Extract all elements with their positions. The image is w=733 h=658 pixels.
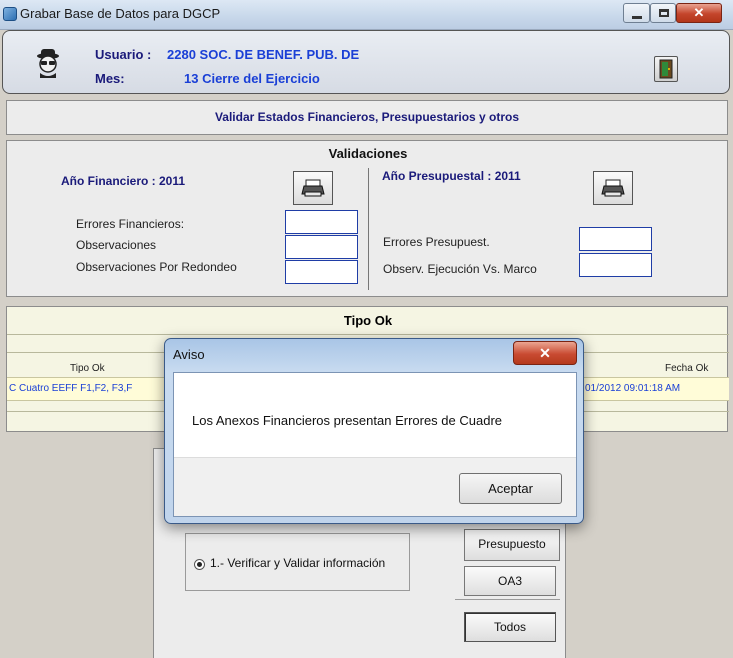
maximize-button[interactable] [650,3,676,23]
radio-group: 1.- Verificar y Validar información [185,533,410,591]
errores-financieros-label: Errores Financieros: [76,217,185,231]
financiero-year: Año Financiero : 2011 [61,174,186,188]
maximize-icon [659,9,669,17]
dialog-message: Los Anexos Financieros presentan Errores… [192,413,503,428]
cell-tipo-ok: C Cuatro EEFF F1,F2, F3,F [9,383,133,394]
exit-button[interactable] [654,56,678,82]
window-titlebar: Grabar Base de Datos para DGCP ✕ [0,0,733,30]
errores-financieros-field[interactable] [285,210,358,234]
column-header-fecha-ok[interactable]: Fecha Ok [665,363,708,374]
validaciones-panel: Validaciones Año Financiero : 2011 Error… [6,140,728,297]
dialog-body: Los Anexos Financieros presentan Errores… [173,372,577,517]
column-header-tipo-ok[interactable]: Tipo Ok [70,363,105,374]
observaciones-redondeo-label: Observaciones Por Redondeo [76,260,237,274]
tipo-ok-title: Tipo Ok [7,307,729,335]
minimize-icon [632,16,642,19]
verify-radio[interactable] [194,559,205,570]
presupuestal-year: Año Presupuestal : 2011 [382,169,521,183]
mes-value: 13 Cierre del Ejercicio [184,71,320,86]
verify-radio-label[interactable]: 1.- Verificar y Validar información [210,556,385,570]
observaciones-field[interactable] [285,235,358,259]
dialog-title: Aviso [173,347,205,362]
errores-presupuest-field[interactable] [579,227,652,251]
observaciones-label: Observaciones [76,238,157,252]
errores-presupuest-label: Errores Presupuest. [383,235,490,249]
section-divider [368,168,369,290]
spy-avatar-icon [37,49,59,78]
close-icon: ✕ [539,345,551,361]
observ-ejecucion-field[interactable] [579,253,652,277]
printer-icon [601,179,625,197]
printer-icon [301,179,325,197]
dialog-close-button[interactable]: ✕ [513,341,577,365]
cell-fecha-ok: 01/2012 09:01:18 AM [585,383,681,394]
close-icon: ✕ [693,5,705,20]
window-close-button[interactable]: ✕ [676,3,722,23]
oa3-button[interactable]: OA3 [464,566,556,596]
print-financiero-button[interactable] [293,171,333,205]
aceptar-button[interactable]: Aceptar [459,473,562,504]
usuario-label: Usuario : [95,47,152,62]
observaciones-redondeo-field[interactable] [285,260,358,284]
presupuesto-button[interactable]: Presupuesto [464,529,560,561]
window-title: Grabar Base de Datos para DGCP [20,6,221,21]
validate-heading: Validar Estados Financieros, Presupuesta… [6,100,728,135]
minimize-button[interactable] [623,3,650,23]
mes-label: Mes: [95,71,125,86]
validaciones-title: Validaciones [328,146,408,161]
usuario-value: 2280 SOC. DE BENEF. PUB. DE [167,47,360,62]
todos-button[interactable]: Todos [464,612,556,642]
exit-door-icon [659,59,673,79]
user-header-panel: Usuario : 2280 SOC. DE BENEF. PUB. DE Me… [2,30,730,94]
observ-ejecucion-label: Observ. Ejecución Vs. Marco [383,262,537,276]
print-presupuestal-button[interactable] [593,171,633,205]
aviso-dialog: Aviso ✕ Los Anexos Financieros presentan… [164,338,584,524]
options-divider [455,599,560,600]
app-icon [3,7,17,21]
